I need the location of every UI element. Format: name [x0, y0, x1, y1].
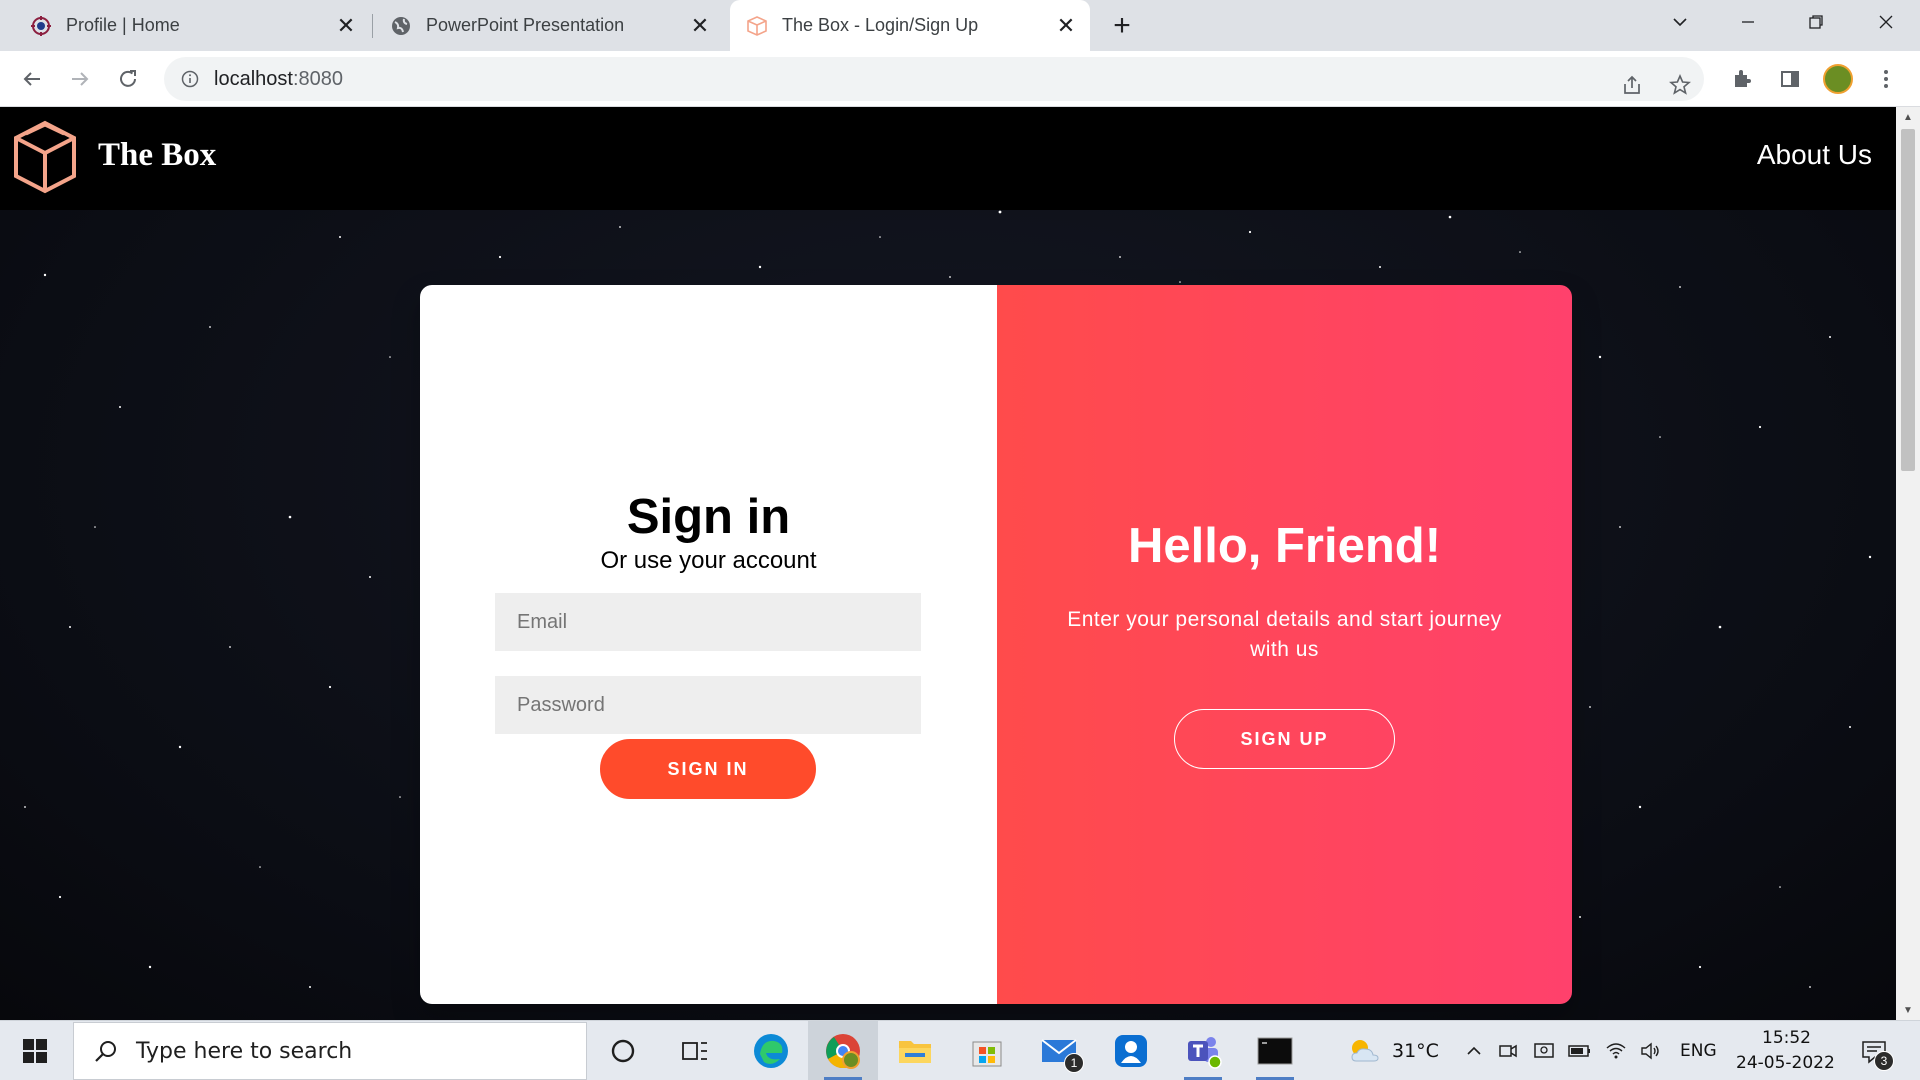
notification-badge: 3	[1874, 1051, 1894, 1071]
profile-avatar[interactable]	[1822, 63, 1854, 95]
target-icon	[30, 15, 52, 37]
input-language[interactable]: ENG	[1680, 1041, 1717, 1061]
brand-name: The Box	[98, 137, 217, 173]
chevron-up-icon[interactable]	[1462, 1039, 1486, 1063]
battery-icon[interactable]	[1568, 1039, 1592, 1063]
tab-separator	[372, 14, 373, 38]
sign-up-button[interactable]: Sign Up	[1174, 709, 1395, 769]
overlay-title: Hello, Friend!	[1127, 519, 1442, 573]
forward-arrow-icon[interactable]	[64, 63, 96, 95]
close-tab-icon[interactable]: ✕	[1054, 13, 1078, 38]
signin-panel: Sign in Or use your account Sign In	[420, 285, 997, 1004]
url-host: localhost	[214, 67, 293, 90]
azure-data-studio-icon[interactable]	[1096, 1021, 1166, 1080]
url-port: :8080	[292, 67, 343, 90]
windows-taskbar: Type here to search 1 31°C ENG 15:52 24-…	[0, 1020, 1920, 1080]
taskbar-search-box[interactable]: Type here to search	[73, 1022, 587, 1080]
wifi-icon[interactable]	[1604, 1039, 1628, 1063]
scroll-down-icon[interactable]: ▼	[1896, 1000, 1920, 1020]
close-window-icon[interactable]	[1858, 0, 1914, 44]
box-logo-icon	[746, 15, 768, 37]
nav-about-us-link[interactable]: About Us	[1757, 139, 1872, 171]
scrollbar-thumb[interactable]	[1901, 129, 1915, 471]
cortana-icon[interactable]	[588, 1021, 658, 1080]
weather-icon[interactable]	[1348, 1039, 1382, 1063]
microsoft-store-icon[interactable]	[952, 1021, 1022, 1080]
tab-search-icon[interactable]	[1652, 0, 1708, 44]
volume-icon[interactable]	[1638, 1039, 1662, 1063]
tab-title: Profile | Home	[66, 15, 180, 35]
minimize-icon[interactable]	[1720, 0, 1776, 44]
overlay-panel: Hello, Friend! Enter your personal detai…	[997, 285, 1572, 1004]
more-menu-icon[interactable]	[1870, 63, 1902, 95]
globe-icon	[390, 15, 412, 37]
tab-powerpoint[interactable]: PowerPoint Presentation ✕	[374, 0, 724, 51]
reload-icon[interactable]	[112, 63, 144, 95]
close-tab-icon[interactable]: ✕	[688, 13, 712, 38]
scroll-up-icon[interactable]: ▲	[1896, 107, 1920, 127]
share-icon[interactable]	[1616, 69, 1648, 101]
clock-time[interactable]: 15:52	[1762, 1028, 1811, 1048]
bookmark-star-icon[interactable]	[1664, 69, 1696, 101]
terminal-icon[interactable]	[1240, 1021, 1310, 1080]
close-tab-icon[interactable]: ✕	[334, 13, 358, 38]
email-field[interactable]	[495, 593, 921, 651]
url-text: localhost:8080	[214, 68, 343, 91]
auth-card: Sign in Or use your account Sign In Hell…	[420, 285, 1572, 1004]
new-tab-button[interactable]: +	[1104, 9, 1140, 42]
clock-date[interactable]: 24-05-2022	[1736, 1053, 1835, 1073]
teams-icon[interactable]	[1168, 1021, 1238, 1080]
signin-title: Sign in	[626, 490, 791, 544]
tab-profile-home[interactable]: Profile | Home ✕	[0, 0, 370, 51]
site-info-icon[interactable]	[180, 69, 200, 89]
signin-subtitle: Or use your account	[600, 547, 817, 574]
restore-icon[interactable]	[1788, 0, 1844, 44]
site-header: The Box About Us	[0, 107, 1896, 210]
password-field[interactable]	[495, 676, 921, 734]
tab-title: The Box - Login/Sign Up	[782, 15, 979, 35]
browser-tab-strip: Profile | Home ✕ PowerPoint Presentation…	[0, 0, 1920, 51]
overlay-text: Enter your personal details and start jo…	[1067, 608, 1502, 661]
chrome-icon[interactable]	[808, 1021, 878, 1080]
display-icon[interactable]	[1532, 1039, 1556, 1063]
avatar	[1823, 64, 1853, 94]
back-arrow-icon[interactable]	[16, 63, 48, 95]
search-placeholder: Type here to search	[136, 1038, 353, 1064]
tab-title: PowerPoint Presentation	[426, 15, 625, 35]
mail-icon[interactable]: 1	[1024, 1021, 1094, 1080]
address-bar[interactable]: localhost:8080	[164, 57, 1704, 101]
edge-browser-icon[interactable]	[736, 1021, 806, 1080]
page-viewport: The Box About Us Sign in Or use your acc…	[0, 107, 1896, 1020]
windows-start-icon[interactable]	[12, 1033, 58, 1069]
sign-in-button[interactable]: Sign In	[600, 739, 816, 799]
page-scrollbar[interactable]: ▲ ▼	[1896, 107, 1920, 1020]
box-logo-icon	[14, 120, 76, 194]
weather-temperature[interactable]: 31°C	[1392, 1040, 1439, 1062]
side-panel-icon[interactable]	[1774, 63, 1806, 95]
meet-now-icon[interactable]	[1496, 1039, 1520, 1063]
file-explorer-icon[interactable]	[880, 1021, 950, 1080]
tab-the-box[interactable]: The Box - Login/Sign Up ✕	[730, 0, 1090, 51]
extensions-puzzle-icon[interactable]	[1726, 63, 1758, 95]
mail-badge: 1	[1064, 1053, 1084, 1073]
notification-center-icon[interactable]: 3	[1858, 1037, 1894, 1071]
search-icon	[92, 1037, 120, 1065]
task-view-icon[interactable]	[660, 1021, 730, 1080]
browser-toolbar: localhost:8080	[0, 51, 1920, 107]
